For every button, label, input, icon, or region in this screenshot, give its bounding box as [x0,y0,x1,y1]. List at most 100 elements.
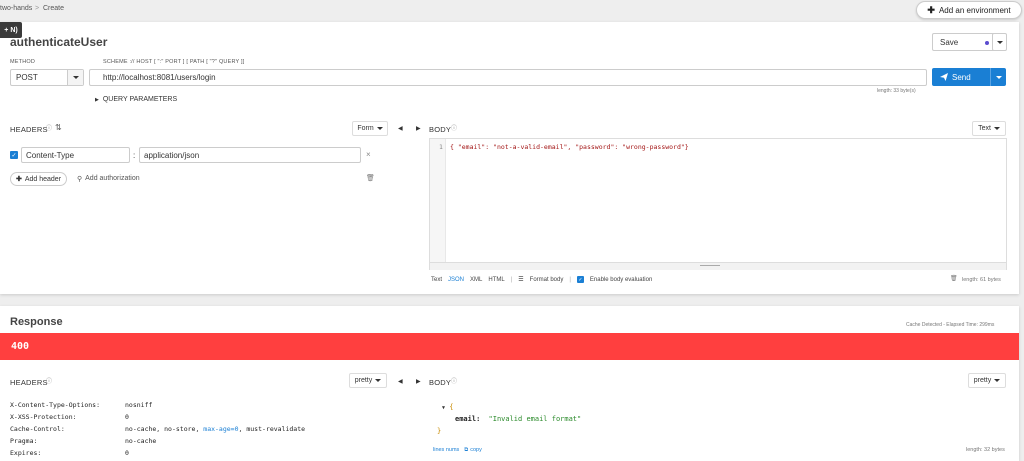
header-value: no-cache [125,437,157,445]
method-select[interactable]: POST [10,69,84,86]
header-value-input[interactable]: application/json [139,147,361,163]
header-enabled-checkbox[interactable]: ✓ [10,151,18,159]
add-environment-button[interactable]: ✚ Add an environment [916,1,1022,19]
add-header-label: Add header [24,175,62,183]
json-field-row: email: "Invalid email format" [455,415,581,423]
response-headers-mode-label: pretty [354,377,373,384]
body-mode-select[interactable]: Text [972,121,1006,136]
header-name: Pragma: [10,437,38,445]
header-name-input[interactable]: Content-Type [21,147,130,163]
response-panel: Response Cache Detected - Elapsed Time: … [0,306,1019,461]
header-value: 0 [125,449,129,457]
header-name: X-Content-Type-Options: [10,401,101,409]
response-body-mode-select[interactable]: pretty [968,373,1006,388]
response-headers-mode-select[interactable]: pretty [349,373,387,388]
add-header-button[interactable]: ✚ Add header [10,172,67,186]
breadcrumb-project[interactable]: two-hands [0,5,32,12]
trash-icon[interactable]: 🗑 [366,174,375,182]
request-title[interactable]: authenticateUser [10,35,107,49]
copy-link[interactable]: copy [470,447,482,454]
enable-eval-checkbox[interactable]: ✓ [576,276,584,283]
query-parameters-toggle[interactable]: ▶ QUERY PARAMETERS [95,96,177,103]
body-format-bar: Text JSON XML HTML | ☰ Format body | ✓ E… [431,276,652,283]
chevron-down-icon [993,127,1000,130]
header-value-value: application/json [144,150,200,160]
headers-mode-label: Form [357,125,374,132]
top-bar: two-hands > Create ✚ Add an environment [0,0,1024,20]
chevron-down-icon [375,379,382,382]
sort-icon[interactable]: ⇅ [55,123,62,132]
response-body-length: length: 32 bytes [966,447,1005,453]
save-label: Save [940,37,959,47]
json-value: "Invalid email format" [488,415,582,423]
json-key: email: [455,415,481,423]
send-button[interactable]: Send [932,68,1006,86]
breadcrumb-current: Create [43,5,65,12]
header-value: nosniff [125,401,153,409]
method-label: METHOD [10,59,36,65]
save-dropdown-button[interactable] [992,33,1007,51]
line-number: 1 [439,143,443,151]
key-icon: ⚲ [77,176,83,183]
header-value-link[interactable]: max-age=0 [203,425,238,433]
url-length: length: 33 byte(s) [877,88,916,94]
chevron-right-icon: ▶ [95,96,99,103]
collapse-left-icon[interactable]: ◀ [398,378,403,385]
header-value: 0 [125,413,129,421]
plus-icon: ✚ [15,176,22,183]
shortcut-tooltip: + N) [0,22,22,38]
send-icon [940,73,948,81]
help-icon[interactable]: ⓘ [46,123,52,132]
header-separator: : [133,151,136,160]
enable-eval-label: Enable body evaluation [589,276,653,283]
send-dropdown[interactable] [990,68,1006,86]
response-body-title: BODY [429,378,452,387]
help-icon[interactable]: ⓘ [451,123,457,132]
divider: | [510,276,513,283]
format-body-link[interactable]: Format body [530,277,564,283]
body-text: { "email": "not-a-valid-email", "passwor… [450,143,689,151]
plus-icon: ✚ [927,4,935,15]
json-open: { [449,403,454,411]
resize-handle[interactable] [430,262,1006,270]
body-editor[interactable]: 1 { "email": "not-a-valid-email", "passw… [429,138,1007,270]
add-authorization-link[interactable]: ⚲ Add authorization [77,175,140,183]
headers-mode-select[interactable]: Form [352,121,388,136]
response-title: Response [10,316,63,328]
header-name-value: Content-Type [26,150,75,160]
close-icon[interactable]: × [366,150,371,159]
header-value-part: , must-revalidate [238,425,306,433]
header-name: Cache-Control: [10,425,65,433]
collapse-left-icon[interactable]: ◀ [398,125,403,132]
url-value: http://localhost:8081/users/login [103,73,216,82]
collapse-right-icon[interactable]: ▶ [416,125,421,132]
chevron-down-icon [72,76,79,79]
add-environment-label: Add an environment [938,5,1011,15]
add-authorization-label: Add authorization [85,175,140,182]
line-gutter [430,139,446,269]
format-html[interactable]: HTML [488,277,504,283]
trash-icon[interactable]: 🗑 [950,275,958,282]
method-dropdown[interactable] [67,70,83,85]
method-value: POST [16,73,38,82]
copy-icon: ⧉ [464,447,469,453]
url-input[interactable]: http://localhost:8081/users/login [89,69,927,86]
chevron-down-icon [376,127,383,130]
format-text[interactable]: Text [431,277,442,283]
help-icon[interactable]: ⓘ [451,376,457,385]
json-close: } [437,427,442,435]
format-json[interactable]: JSON [448,277,464,283]
format-xml[interactable]: XML [470,277,482,283]
response-headers-title: HEADERS [10,378,48,387]
lines-nums-toggle[interactable]: lines nums [433,447,459,454]
json-open-row: ▼ { [442,403,453,411]
status-code: 400 [11,341,30,352]
help-icon[interactable]: ⓘ [46,376,52,385]
collapse-triangle-icon[interactable]: ▼ [442,405,445,411]
headers-title: HEADERS [10,125,48,134]
response-body-footer: lines nums ⧉ copy [433,447,482,454]
url-label: SCHEME :// HOST [ ":" PORT ] [ PATH [ "?… [103,59,245,65]
cache-info: Cache Detected - Elapsed Time: 299ms [906,322,995,328]
collapse-right-icon[interactable]: ▶ [416,378,421,385]
chevron-down-icon [996,40,1003,44]
